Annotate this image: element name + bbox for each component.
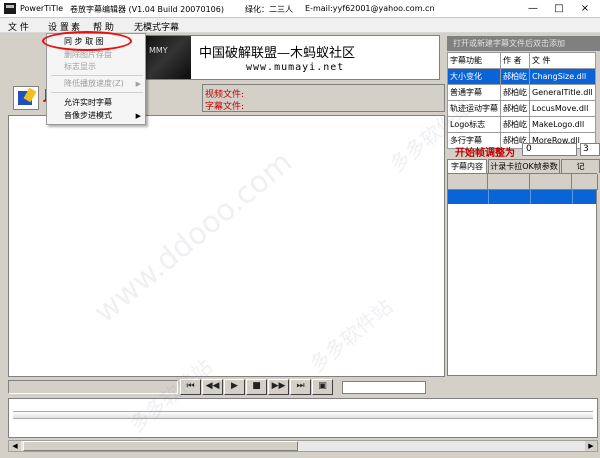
grid-column-header[interactable] xyxy=(448,174,488,190)
title-bar: PowerTiTle 卷放字幕编辑器 (V1.04 Build 20070106… xyxy=(0,0,600,18)
banner-logo: MMY xyxy=(141,36,191,79)
close-button[interactable]: × xyxy=(572,0,598,18)
start-frame-adjust: 开始帧调整为 0 3 xyxy=(447,143,600,159)
menu-settings[interactable]: 设 置 xyxy=(48,20,69,33)
timeline-ruler xyxy=(13,411,593,419)
start-frame-input-2[interactable]: 3 xyxy=(580,143,600,156)
transport-bar: ⏮ ◀◀ ▶ ■ ▶▶ ⏭ ▣ xyxy=(8,378,598,396)
window-email: E-mail:yyf62001@yahoo.com.cn xyxy=(305,4,435,13)
menu-item-delete-image: 删除图片存盘 xyxy=(64,50,112,59)
table-row[interactable]: 轨迹运动字幕 郝柏屹 LocusMove.dll xyxy=(447,100,596,117)
plugin-author: 郝柏屹 xyxy=(500,116,530,133)
plugin-panel-header: 打开或新建字幕文件后双击添加 xyxy=(447,36,600,51)
tab-karaoke-params[interactable]: 计录卡拉OK帧参数 xyxy=(488,159,560,173)
table-row[interactable]: 普通字幕 郝柏屹 GeneralTitle.dll xyxy=(447,84,596,101)
play-button[interactable]: ▶ xyxy=(224,379,245,395)
grid-column-header[interactable] xyxy=(530,174,572,190)
banner-title: 中国破解联盟—木蚂蚁社区 xyxy=(199,46,356,61)
tab-strip: 字幕内容 计录卡拉OK帧参数 记 xyxy=(447,159,600,174)
menu-separator xyxy=(51,75,143,76)
file-labels: 视频文件: 字幕文件: xyxy=(202,84,445,112)
window-author: 绿化：二三人 xyxy=(245,5,293,14)
plugin-author: 郝柏屹 xyxy=(500,100,530,117)
window-title: PowerTiTle xyxy=(20,4,64,13)
submenu-arrow-icon: ▶ xyxy=(135,80,141,88)
plugin-file: GeneralTitle.dll xyxy=(529,84,596,101)
column-header[interactable]: 字幕功能 xyxy=(447,52,501,69)
menu-separator xyxy=(51,92,143,93)
video-preview-area[interactable] xyxy=(8,115,445,377)
menu-file[interactable]: 文 件 xyxy=(8,20,29,33)
plugin-file: ChangSize.dll xyxy=(529,68,596,85)
banner-url: www.mumayi.net xyxy=(246,62,345,73)
plugin-table-header: 字幕功能 作 者 文 件 xyxy=(447,52,596,69)
plugin-author: 郝柏屹 xyxy=(500,84,530,101)
menu-item-logo-display: 标志显示 xyxy=(64,62,96,71)
plugin-file: MakeLogo.dll xyxy=(529,116,596,133)
grid-column-header[interactable] xyxy=(488,174,530,190)
plugin-function: 轨迹运动字幕 xyxy=(447,100,501,117)
first-frame-button[interactable]: ⏮ xyxy=(180,379,201,395)
fast-forward-button[interactable]: ▶▶ xyxy=(268,379,289,395)
plugin-function: Logo标志 xyxy=(447,116,501,133)
scroll-left-button[interactable]: ◀ xyxy=(9,441,21,451)
scrollbar-thumb[interactable] xyxy=(23,441,298,451)
table-row[interactable]: 大小变化 郝柏屹 ChangSize.dll xyxy=(447,68,596,85)
app-icon xyxy=(4,3,16,14)
stop-button[interactable]: ■ xyxy=(246,379,267,395)
table-row[interactable]: Logo标志 郝柏屹 MakeLogo.dll xyxy=(447,116,596,133)
highlight-annotation xyxy=(42,31,132,51)
plugin-table: 字幕功能 作 者 文 件 大小变化 郝柏屹 ChangSize.dll 普通字幕… xyxy=(447,52,596,149)
start-frame-label: 开始帧调整为 xyxy=(455,148,515,159)
start-frame-input[interactable]: 0 xyxy=(522,143,577,156)
timeline[interactable] xyxy=(8,398,598,438)
grid-column-header[interactable] xyxy=(572,174,598,190)
subtitle-file-label: 字幕文件: xyxy=(205,102,245,112)
tab-record[interactable]: 记 xyxy=(561,159,600,173)
maximize-button[interactable]: □ xyxy=(546,0,572,18)
minimize-button[interactable]: — xyxy=(520,0,546,18)
plugin-function: 大小变化 xyxy=(447,68,501,85)
window-subtitle: 卷放字幕编辑器 (V1.04 Build 20070106) xyxy=(70,5,224,14)
last-frame-button[interactable]: ⏭ xyxy=(290,379,311,395)
submenu-arrow-icon: ▶ xyxy=(135,112,141,120)
banner: MMY 中国破解联盟—木蚂蚁社区 www.mumayi.net xyxy=(140,35,440,80)
plugin-author: 郝柏屹 xyxy=(500,68,530,85)
scroll-right-button[interactable]: ▶ xyxy=(585,441,597,451)
horizontal-scrollbar[interactable]: ◀ ▶ xyxy=(8,440,598,452)
tab-subtitle-content[interactable]: 字幕内容 xyxy=(447,159,487,174)
progress-bar xyxy=(342,381,426,394)
rewind-button[interactable]: ◀◀ xyxy=(202,379,223,395)
plugin-file: LocusMove.dll xyxy=(529,100,596,117)
menu-item-step-mode[interactable]: 音像步进模式 ▶ xyxy=(47,110,147,122)
capture-button[interactable]: ▣ xyxy=(312,379,333,395)
menu-item-realtime-subtitle[interactable]: 允许实时字幕 xyxy=(47,97,147,109)
plugin-function: 普通字幕 xyxy=(447,84,501,101)
column-header[interactable]: 文 件 xyxy=(529,52,596,69)
subtitle-grid[interactable] xyxy=(447,173,598,376)
menu-item-slow-playback: 降低播放速度(Z) ▶ xyxy=(64,79,141,88)
status-field xyxy=(8,380,178,394)
edit-document-icon[interactable] xyxy=(13,86,39,110)
menu-modeless[interactable]: 无模式字幕 xyxy=(134,20,179,33)
column-header[interactable]: 作 者 xyxy=(500,52,530,69)
grid-selected-row[interactable] xyxy=(448,190,596,204)
